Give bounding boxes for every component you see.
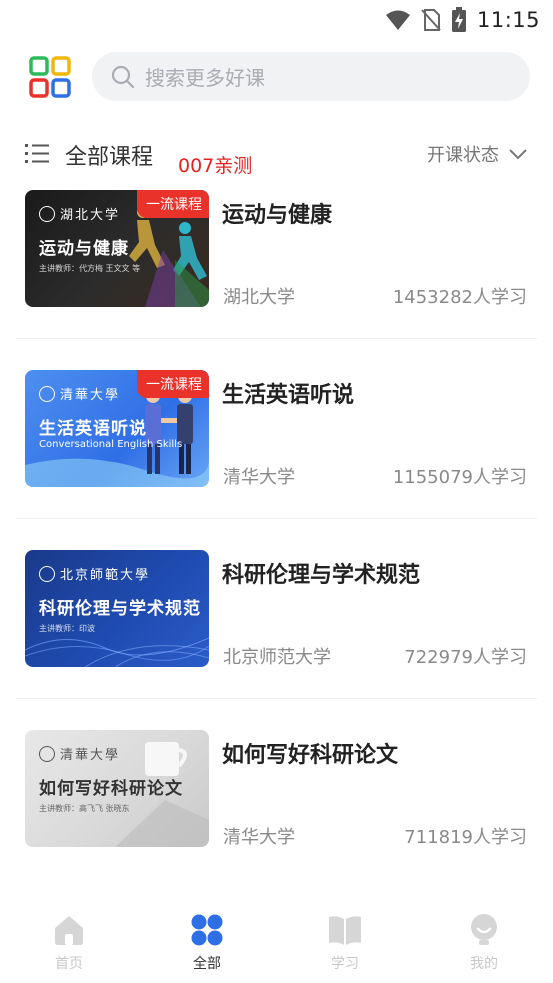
- status-icons: 11:15: [385, 6, 540, 34]
- tab-home-label: 首页: [55, 956, 83, 972]
- course-thumbnail: 北京師範大學 科研伦理与学术规范 主讲教师：印波: [25, 550, 209, 667]
- course-thumbnail: 清華大學 如何写好科研论文 主讲教师：高飞飞 张晓东: [25, 730, 209, 847]
- profile-icon: [471, 914, 497, 945]
- course-item[interactable]: 湖北大学 运动与健康 主讲教师：代方梅 王文文 等 一流课程 运动与健康 湖北大…: [0, 189, 553, 369]
- all-courses-title[interactable]: 全部课程: [65, 139, 153, 171]
- search-row: 搜索更多好课: [0, 52, 553, 102]
- status-time: 11:15: [476, 8, 540, 32]
- tab-profile-label: 我的: [470, 956, 498, 972]
- tab-all[interactable]: 全部: [162, 913, 252, 979]
- search-icon: [111, 65, 135, 88]
- thumb-title: 如何写好科研论文: [39, 779, 183, 799]
- course-title[interactable]: 如何写好科研论文: [222, 737, 398, 769]
- thumb-teacher: 主讲教师：代方梅 王文文 等: [39, 264, 141, 273]
- school-seal-icon: [39, 745, 55, 762]
- thumb-subtitle: Conversational English Skills: [39, 439, 183, 450]
- battery-charging-icon: [451, 7, 466, 32]
- tab-home[interactable]: 首页: [24, 913, 114, 979]
- app-logo-icon[interactable]: [29, 56, 71, 98]
- course-learner-count: 1155079人学习: [392, 467, 527, 488]
- course-status-dropdown[interactable]: 开课状态: [427, 141, 527, 167]
- course-title[interactable]: 科研伦理与学术规范: [222, 557, 420, 589]
- home-icon: [55, 916, 83, 945]
- red-note: 007亲测: [178, 155, 253, 177]
- grid-icon: [191, 914, 223, 946]
- course-title[interactable]: 运动与健康: [222, 197, 332, 229]
- course-title[interactable]: 生活英语听说: [222, 377, 354, 409]
- thumb-school-logo: 北京師範大學: [39, 564, 150, 583]
- tab-all-label: 全部: [193, 956, 221, 972]
- course-status-label: 开课状态: [427, 145, 499, 166]
- tab-study[interactable]: 学习: [300, 913, 390, 979]
- thumb-school-logo: 清華大學: [39, 744, 120, 763]
- book-icon: [329, 916, 361, 945]
- thumb-title: 运动与健康: [39, 239, 129, 259]
- bottom-tab-bar: 首页 全部 学习 我的: [0, 905, 553, 983]
- tab-profile[interactable]: 我的: [439, 913, 529, 979]
- thumb-school-logo: 清華大學: [39, 384, 120, 403]
- school-seal-icon: [39, 565, 55, 582]
- course-learner-count: 722979人学习: [404, 647, 527, 668]
- featured-course-badge: 一流课程: [137, 190, 209, 218]
- status-bar: 11:15: [0, 0, 553, 40]
- featured-course-badge: 一流课程: [137, 370, 209, 398]
- thumb-teacher: 主讲教师：高飞飞 张晓东: [39, 804, 130, 813]
- category-list-icon[interactable]: [25, 143, 49, 165]
- course-thumbnail: 湖北大学 运动与健康 主讲教师：代方梅 王文文 等 一流课程: [25, 190, 209, 307]
- course-school: 湖北大学: [223, 287, 295, 308]
- course-item[interactable]: 北京師範大學 科研伦理与学术规范 主讲教师：印波 科研伦理与学术规范 北京师范大…: [0, 549, 553, 729]
- thumb-teacher: 主讲教师：印波: [39, 624, 95, 633]
- thumb-title: 科研伦理与学术规范: [39, 599, 201, 619]
- school-seal-icon: [39, 205, 55, 222]
- course-thumbnail: 清華大學 生活英语听说 Conversational English Skill…: [25, 370, 209, 487]
- chevron-down-icon: [509, 149, 527, 160]
- course-school: 北京师范大学: [223, 647, 331, 668]
- thumb-school-logo: 湖北大学: [39, 204, 120, 223]
- search-input[interactable]: 搜索更多好课: [92, 52, 530, 101]
- tab-study-label: 学习: [331, 956, 359, 972]
- course-school: 清华大学: [223, 827, 295, 848]
- course-item[interactable]: 清華大學 如何写好科研论文 主讲教师：高飞飞 张晓东 如何写好科研论文 清华大学…: [0, 729, 553, 909]
- wifi-icon: [385, 10, 410, 30]
- school-seal-icon: [39, 385, 55, 402]
- course-learner-count: 1453282人学习: [392, 287, 527, 308]
- course-learner-count: 711819人学习: [404, 827, 527, 848]
- course-item[interactable]: 清華大學 生活英语听说 Conversational English Skill…: [0, 369, 553, 549]
- search-placeholder: 搜索更多好课: [145, 66, 265, 90]
- course-school: 清华大学: [223, 467, 295, 488]
- thumb-title: 生活英语听说: [39, 419, 147, 439]
- no-sim-icon: [421, 9, 441, 31]
- filter-row: 全部课程 007亲测 开课状态: [0, 135, 553, 177]
